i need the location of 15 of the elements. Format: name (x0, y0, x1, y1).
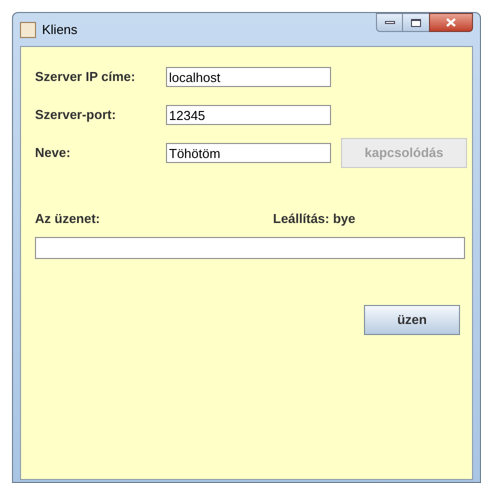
message-field[interactable] (35, 237, 465, 259)
send-button[interactable]: üzen (364, 305, 460, 335)
close-icon (446, 18, 456, 27)
field-label: Szerver-port: (35, 106, 117, 124)
maximize-button[interactable] (403, 13, 429, 32)
text-field[interactable]: 12345 (166, 105, 331, 125)
hint-label: Leállítás: bye (273, 210, 356, 228)
text-field[interactable]: Töhötöm (166, 143, 331, 163)
message-label: Az üzenet: (35, 210, 101, 228)
minimize-button[interactable] (376, 13, 403, 32)
field-label: Neve: (35, 144, 72, 162)
field-label: Szerver IP címe: (35, 68, 136, 86)
window-title: Kliens (42, 20, 78, 39)
text-field[interactable]: localhost (166, 67, 331, 87)
close-button[interactable] (429, 13, 473, 32)
